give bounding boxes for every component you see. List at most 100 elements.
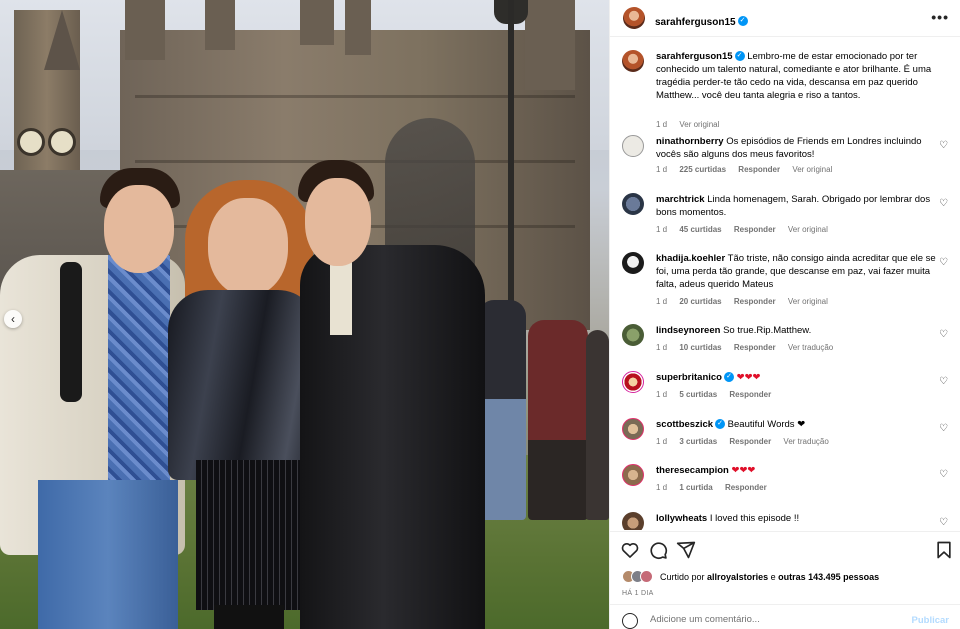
reply-button[interactable]: Responder [729,390,771,399]
comment-likes[interactable]: 5 curtidas [679,390,717,399]
black-coat [300,245,485,629]
backpack-strap [60,262,82,402]
reply-button[interactable]: Responder [734,343,776,352]
see-translation-link[interactable]: Ver tradução [788,343,833,352]
comments-list[interactable]: sarahferguson15 ✓ Lembro-me de estar emoc… [610,38,960,530]
tower-spire [44,10,80,70]
author-name-row: sarahferguson15 ✓ [655,12,748,30]
comment-time: 1 d [656,343,668,352]
lamp-post [508,0,514,330]
comment-text: I loved this episode !! [709,513,800,524]
comment-meta: 1 d 3 curtidas Responder Ver tradução [656,437,839,446]
reply-button[interactable]: Responder [738,165,780,174]
leather-jacket [168,290,318,480]
comment-meta: 1 d 20 curtidas Responder Ver original [656,297,838,306]
see-original-link[interactable]: Ver original [788,297,828,306]
comment-likes[interactable]: 20 curtidas [679,297,721,306]
likes-middle: e [770,572,776,582]
comment-username[interactable]: superbritanico [656,372,722,383]
comment-time: 1 d [656,437,668,446]
comment-meta: 1 d 1 curtida Responder [656,483,777,492]
commenter-avatar[interactable] [622,324,644,346]
comment-meta: 1 d 45 curtidas Responder Ver original [656,225,838,234]
caption-username[interactable]: sarahferguson15 [656,51,733,62]
like-comment-heart-icon[interactable]: ♡ [939,330,949,340]
comment-likes[interactable]: 225 curtidas [679,165,726,174]
publish-button[interactable]: Publicar [912,615,950,626]
commenter-avatar[interactable] [622,512,644,530]
comment-username[interactable]: lollywheats [656,513,707,524]
comment-text-block: scottbeszick ✓ Beautiful Words ❤ [656,418,936,431]
author-username[interactable]: sarahferguson15 [655,17,736,28]
post-header: sarahferguson15 ✓ ••• [610,0,960,37]
comment-text: ❤❤❤ [731,465,756,476]
share-icon[interactable] [676,540,696,560]
liker-avatars [622,570,656,583]
comment-username[interactable]: ninathornberry [656,136,724,147]
emoji-icon[interactable] [622,613,638,629]
see-translation-link[interactable]: Ver tradução [783,437,828,446]
comment-text: Beautiful Words ❤ [727,419,806,430]
commenter-avatar[interactable] [622,193,644,215]
commenter-avatar[interactable] [622,371,644,393]
post-photo[interactable]: ‹ [0,0,609,629]
like-comment-heart-icon[interactable]: ♡ [939,470,949,480]
reply-button[interactable]: Responder [725,483,767,492]
comment-likes[interactable]: 1 curtida [679,483,712,492]
author-avatar[interactable] [623,7,645,29]
comment-input[interactable] [650,614,900,625]
more-options-icon[interactable]: ••• [931,9,949,25]
add-comment-bar: Publicar [610,604,960,629]
like-comment-heart-icon[interactable]: ♡ [939,424,949,434]
comment-likes[interactable]: 10 curtidas [679,343,721,352]
comment-username[interactable]: khadija.koehler [656,253,725,264]
heart-icon[interactable] [620,540,640,560]
building-spire [525,0,575,90]
commenter-avatar[interactable] [622,252,644,274]
bystander [586,330,609,520]
face [305,178,371,266]
commenter-avatar[interactable] [622,464,644,486]
comment-text-block: superbritanico ✓ ❤❤❤ [656,371,936,384]
like-comment-heart-icon[interactable]: ♡ [939,518,949,528]
author-avatar[interactable] [622,50,644,72]
reply-button[interactable]: Responder [729,437,771,446]
reply-button[interactable]: Responder [734,297,776,306]
likes-others[interactable]: outras 143.495 pessoas [778,572,879,582]
commenter-avatar[interactable] [622,418,644,440]
post-actions: Curtido por allroyalstories e outras 143… [610,531,960,603]
comment-username[interactable]: scottbeszick [656,419,713,430]
like-comment-heart-icon[interactable]: ♡ [939,141,949,151]
comment-meta: 1 d 225 curtidas Responder Ver original [656,165,842,174]
comment-likes[interactable]: 45 curtidas [679,225,721,234]
bookmark-icon[interactable] [934,540,954,560]
face [104,185,174,273]
chevron-left-icon[interactable]: ‹ [4,310,22,328]
bystander [478,300,526,520]
comment-time: 1 d [656,390,668,399]
caption-time: 1 d [656,120,668,129]
see-original-link[interactable]: Ver original [679,120,719,129]
post-side-panel: sarahferguson15 ✓ ••• sarahferguson15 ✓ Le… [609,0,960,629]
like-comment-heart-icon[interactable]: ♡ [939,258,949,268]
see-original-link[interactable]: Ver original [788,225,828,234]
comment-text-block: marchtrick Linda homenagem, Sarah. Obrig… [656,193,936,219]
like-comment-heart-icon[interactable]: ♡ [939,199,949,209]
clock-face [17,128,45,156]
clock-face [48,128,76,156]
comment-text-block: lollywheats I loved this episode !! [656,512,936,525]
comment-icon[interactable] [648,540,668,560]
comment-username[interactable]: theresecampion [656,465,729,476]
comment-time: 1 d [656,165,668,174]
comment-username[interactable]: lindseynoreen [656,325,720,336]
reply-button[interactable]: Responder [734,225,776,234]
see-original-link[interactable]: Ver original [792,165,832,174]
comment-username[interactable]: marchtrick [656,194,705,205]
comment-text-block: ninathornberry Os episódios de Friends e… [656,135,936,161]
likes-user[interactable]: allroyalstories [707,572,768,582]
commenter-avatar[interactable] [622,135,644,157]
bystander [528,320,588,520]
like-comment-heart-icon[interactable]: ♡ [939,377,949,387]
comment-time: 1 d [656,483,668,492]
comment-likes[interactable]: 3 curtidas [679,437,717,446]
